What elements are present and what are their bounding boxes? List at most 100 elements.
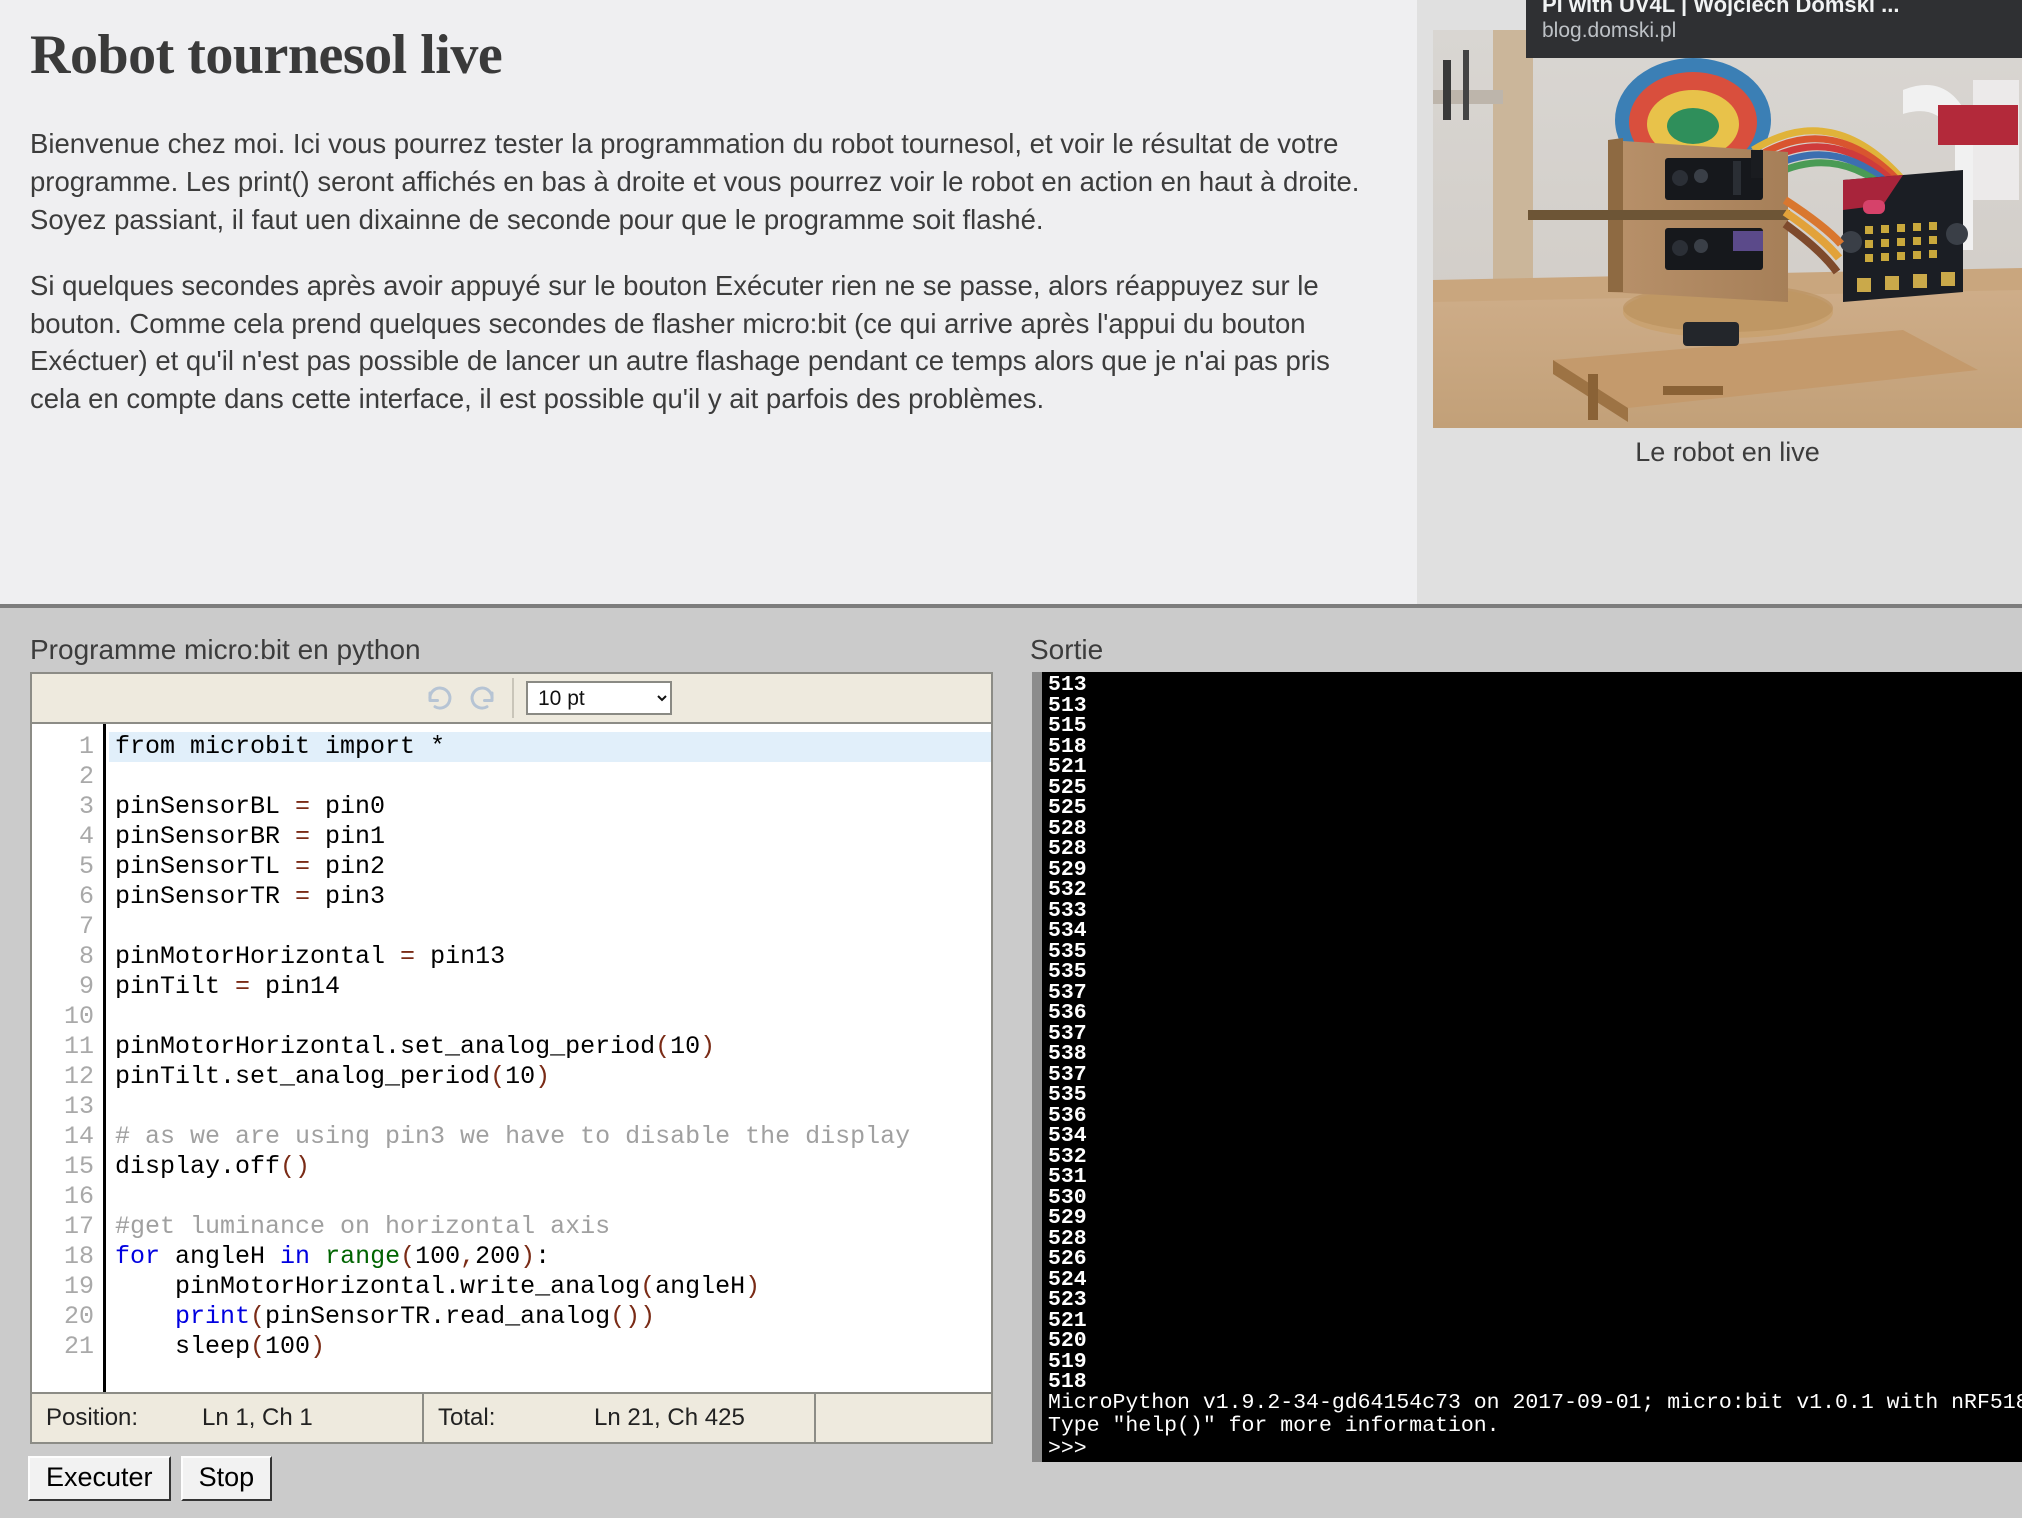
console-output-line: 534 [1048, 1126, 2022, 1147]
code-token: pin13 [415, 942, 505, 971]
line-number: 12 [32, 1062, 103, 1092]
code-line: pinMotorHorizontal = pin13 [109, 942, 991, 972]
undo-arrow-icon[interactable] [422, 680, 458, 716]
code-token: ( [250, 1302, 265, 1331]
code-token: pin3 [310, 882, 385, 911]
line-number: 2 [32, 762, 103, 792]
line-number: 15 [32, 1152, 103, 1182]
code-token: ( [655, 1032, 670, 1061]
console-output-line: 536 [1048, 1003, 2022, 1024]
console-output-line: 536 [1048, 1106, 2022, 1127]
line-number: 18 [32, 1242, 103, 1272]
code-token: = [295, 852, 310, 881]
console-output-line: 535 [1048, 1085, 2022, 1106]
code-line: for angleH in range(100,200): [109, 1242, 991, 1272]
code-token: ) [310, 1332, 325, 1361]
code-line [109, 1182, 991, 1212]
console-system-line: MicroPython v1.9.2-34-gd64154c73 on 2017… [1048, 1393, 2022, 1416]
line-number: 20 [32, 1302, 103, 1332]
total-label: Total: [424, 1394, 594, 1442]
code-token: pin1 [310, 822, 385, 851]
code-editor-panel: 8 pt9 pt10 pt11 pt12 pt14 pt16 pt 123456… [30, 672, 993, 1444]
editor-panel-label: Programme micro:bit en python [30, 634, 421, 666]
code-token: pinMotorHorizontal.write_analog [115, 1272, 640, 1301]
code-token: pinMotorHorizontal.set_analog_period [115, 1032, 655, 1061]
console-output-line: 521 [1048, 757, 2022, 778]
code-token: pin14 [250, 972, 340, 1001]
code-line: display.off() [109, 1152, 991, 1182]
console-output-line: 537 [1048, 1024, 2022, 1045]
code-token: in [280, 1242, 310, 1271]
code-line: from microbit import * [109, 732, 991, 762]
redo-arrow-icon[interactable] [464, 680, 500, 716]
code-token: ( [250, 1332, 265, 1361]
code-token: ) [640, 1302, 655, 1331]
console-output-line: 532 [1048, 1147, 2022, 1168]
code-line: pinSensorBR = pin1 [109, 822, 991, 852]
intro-paragraph-2: Si quelques secondes après avoir appuyé … [30, 267, 1377, 419]
editor-toolbar: 8 pt9 pt10 pt11 pt12 pt14 pt16 pt [32, 674, 991, 724]
code-line [109, 1092, 991, 1122]
position-label: Position: [32, 1394, 202, 1442]
console-output-line: 523 [1048, 1290, 2022, 1311]
code-token: ( [400, 1242, 415, 1271]
code-area[interactable]: 123456789101112131415161718192021 from m… [32, 724, 991, 1436]
line-number: 21 [32, 1332, 103, 1362]
code-token: = [295, 822, 310, 851]
video-caption: Le robot en live [1433, 437, 2022, 468]
line-number: 10 [32, 1002, 103, 1032]
console-output-line: 537 [1048, 1065, 2022, 1086]
code-line: #get luminance on horizontal axis [109, 1212, 991, 1242]
code-token: 200 [475, 1242, 520, 1271]
line-number: 6 [32, 882, 103, 912]
robot-live-image [1433, 30, 2022, 428]
code-token: angleH [655, 1272, 745, 1301]
code-line: pinTilt = pin14 [109, 972, 991, 1002]
action-buttons: Executer Stop [28, 1456, 272, 1501]
console-output-line: 532 [1048, 880, 2022, 901]
line-number: 19 [32, 1272, 103, 1302]
code-token: pinSensorTL [115, 852, 295, 881]
console-output-line: 515 [1048, 716, 2022, 737]
code-token: pinTilt [115, 972, 235, 1001]
code-token: 10 [505, 1062, 535, 1091]
code-token: ( [490, 1062, 505, 1091]
code-token: sleep [115, 1332, 250, 1361]
stop-button[interactable]: Stop [181, 1456, 273, 1501]
line-number: 8 [32, 942, 103, 972]
console-output-line: 525 [1048, 798, 2022, 819]
code-token: #get luminance on horizontal axis [115, 1212, 610, 1241]
code-token: from microbit import * [115, 732, 445, 761]
line-number: 4 [32, 822, 103, 852]
console-output-line: 537 [1048, 983, 2022, 1004]
tooltip-title: Pi with UV4L | Wojciech Domski ... [1542, 0, 2006, 16]
console-output-line: 529 [1048, 1208, 2022, 1229]
code-token: display.off [115, 1152, 280, 1181]
line-number: 5 [32, 852, 103, 882]
code-token: : [535, 1242, 550, 1271]
code-line: sleep(100) [109, 1332, 991, 1362]
code-line: pinSensorBL = pin0 [109, 792, 991, 822]
line-number-gutter: 123456789101112131415161718192021 [32, 724, 106, 1436]
code-token: range [325, 1242, 400, 1271]
console-output-line: 521 [1048, 1311, 2022, 1332]
executer-button[interactable]: Executer [28, 1456, 171, 1501]
code-token: = [295, 792, 310, 821]
code-token: angleH [160, 1242, 280, 1271]
code-text[interactable]: from microbit import * pinSensorBL = pin… [109, 724, 991, 1436]
code-token: = [400, 942, 415, 971]
code-token: pin2 [310, 852, 385, 881]
console-system-line: >>> [1048, 1439, 2022, 1462]
code-token: , [460, 1242, 475, 1271]
text-column: Robot tournesol live Bienvenue chez moi.… [0, 0, 1417, 604]
code-line: pinMotorHorizontal.write_analog(angleH) [109, 1272, 991, 1302]
live-video-stream[interactable] [1433, 30, 2022, 428]
console-output-line: 530 [1048, 1188, 2022, 1209]
tooltip-url: blog.domski.pl [1542, 16, 2006, 46]
console-output-line: 528 [1048, 819, 2022, 840]
console-output-line: 538 [1048, 1044, 2022, 1065]
console-output-line: 520 [1048, 1331, 2022, 1352]
editor-status-bar: Position: Ln 1, Ch 1 Total: Ln 21, Ch 42… [32, 1392, 991, 1442]
output-console[interactable]: 5075105135135155185215255255285285295325… [1032, 672, 2022, 1462]
font-size-select[interactable]: 8 pt9 pt10 pt11 pt12 pt14 pt16 pt [526, 681, 672, 715]
